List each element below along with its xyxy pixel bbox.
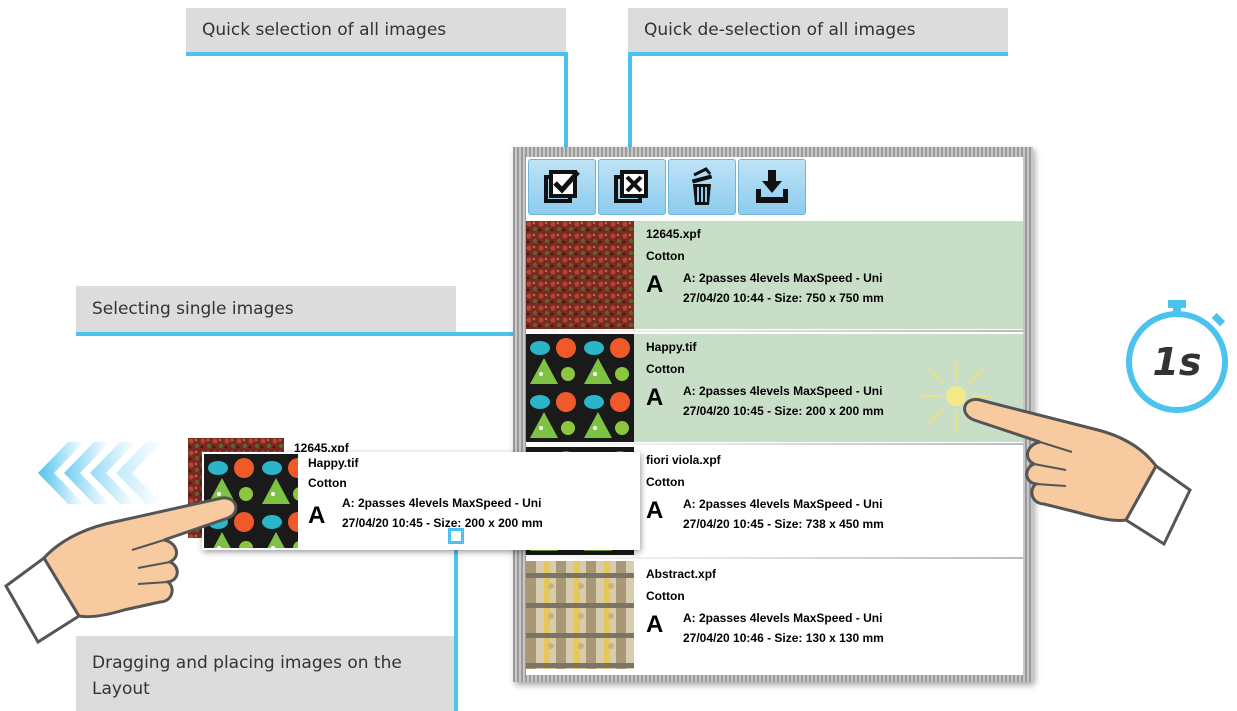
import-button[interactable] xyxy=(738,159,806,215)
drag-ghost[interactable]: Happy.tif Cotton A A: 2passes 4levels Ma… xyxy=(202,452,640,550)
image-filename: Happy.tif xyxy=(308,456,359,470)
image-material: Cotton xyxy=(646,249,685,263)
callout-select-all: Quick selection of all images xyxy=(186,8,566,52)
image-filename: Happy.tif xyxy=(646,340,697,354)
select-all-icon xyxy=(544,170,580,203)
select-all-button[interactable] xyxy=(528,159,596,215)
connector-select-all xyxy=(564,52,568,152)
callout-deselect-all-underline xyxy=(628,52,1008,56)
image-thumbnail xyxy=(526,221,634,329)
image-print-mode: A: 2passes 4levels MaxSpeed - Uni xyxy=(683,271,883,285)
image-filename: fiori viola.xpf xyxy=(646,453,721,467)
image-print-mode: A: 2passes 4levels MaxSpeed - Uni xyxy=(683,611,883,625)
image-date-size: 27/04/20 10:45 - Size: 738 x 450 mm xyxy=(683,517,884,531)
image-mode-letter: A xyxy=(308,502,326,529)
image-thumbnail xyxy=(526,334,634,442)
connector-drag-place xyxy=(454,540,458,711)
image-print-mode: A: 2passes 4levels MaxSpeed - Uni xyxy=(683,497,883,511)
anchor-drag-place xyxy=(448,528,464,544)
deselect-all-icon xyxy=(614,170,648,203)
row-divider xyxy=(526,443,1023,445)
callout-select-single-underline xyxy=(76,332,528,336)
row-divider xyxy=(526,330,1023,332)
deselect-all-button[interactable] xyxy=(598,159,666,215)
queue-toolbar xyxy=(528,159,806,215)
delete-button[interactable] xyxy=(668,159,736,215)
image-filename: 12645.xpf xyxy=(646,227,701,241)
callout-drag-place: Dragging and placing images on the Layou… xyxy=(76,636,456,711)
image-mode-letter: A xyxy=(646,384,664,411)
image-mode-letter: A xyxy=(646,271,664,298)
callout-select-all-text: Quick selection of all images xyxy=(202,20,447,40)
image-date-size: 27/04/20 10:45 - Size: 200 x 200 mm xyxy=(683,404,884,418)
import-icon xyxy=(756,170,788,203)
image-mode-letter: A xyxy=(646,611,664,638)
callout-deselect-all-text: Quick de-selection of all images xyxy=(644,20,916,40)
list-item[interactable]: Abstract.xpf Cotton A A: 2passes 4levels… xyxy=(526,561,1023,669)
image-date-size: 27/04/20 10:45 - Size: 200 x 200 mm xyxy=(342,516,543,530)
callout-deselect-all: Quick de-selection of all images xyxy=(628,8,1008,52)
image-material: Cotton xyxy=(646,362,685,376)
image-date-size: 27/04/20 10:44 - Size: 750 x 750 mm xyxy=(683,291,884,305)
row-divider xyxy=(526,557,1023,559)
callout-select-single-text: Selecting single images xyxy=(92,299,294,319)
list-item[interactable]: 12645.xpf Cotton A A: 2passes 4levels Ma… xyxy=(526,221,1023,329)
connector-deselect-all xyxy=(628,52,632,152)
image-date-size: 27/04/20 10:46 - Size: 130 x 130 mm xyxy=(683,631,884,645)
image-print-mode: A: 2passes 4levels MaxSpeed - Uni xyxy=(342,496,542,510)
callout-select-single: Selecting single images xyxy=(76,286,456,332)
image-mode-letter: A xyxy=(646,497,664,524)
trash-icon xyxy=(691,167,713,205)
pointing-hand-drag-icon xyxy=(4,496,238,645)
image-material: Cotton xyxy=(646,589,685,603)
image-material: Cotton xyxy=(646,475,685,489)
callout-drag-place-text: Dragging and placing images on the Layou… xyxy=(92,652,402,699)
image-print-mode: A: 2passes 4levels MaxSpeed - Uni xyxy=(683,384,883,398)
image-thumbnail xyxy=(526,561,634,669)
timer-label: 1s xyxy=(1152,340,1202,384)
image-material: Cotton xyxy=(308,476,347,490)
image-filename: Abstract.xpf xyxy=(646,567,717,581)
callout-select-all-underline xyxy=(186,52,568,56)
